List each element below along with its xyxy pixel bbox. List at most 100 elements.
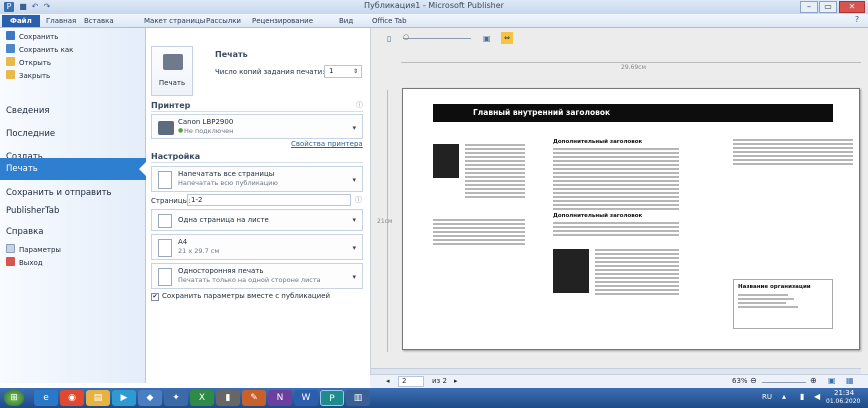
nav-save[interactable]: Сохранить <box>6 31 58 43</box>
banner-title: Главный внутренний заголовок <box>473 108 611 117</box>
chrome-icon[interactable]: ◉ <box>60 390 84 406</box>
page-banner: Главный внутренний заголовок <box>433 104 833 122</box>
media-player-icon[interactable]: ▶ <box>112 390 136 406</box>
view-page-icon[interactable]: ▣ <box>483 34 491 43</box>
pages-input[interactable]: 1-2 <box>187 194 351 206</box>
word-icon[interactable]: W <box>294 390 318 406</box>
contact-text <box>738 294 828 308</box>
app-icon[interactable]: ◆ <box>138 390 162 406</box>
info-icon[interactable]: ⓘ <box>355 195 362 205</box>
command-prompt-icon[interactable]: ▮ <box>216 390 240 406</box>
multi-page-icon[interactable]: ▦ <box>846 376 854 385</box>
help-icon[interactable]: ? <box>852 15 862 25</box>
sides-dropdown[interactable]: Односторонняя печать Печатать только на … <box>151 263 363 289</box>
printer-dropdown[interactable]: Canon LBP2900 Не подключен ● ▾ <box>151 114 363 139</box>
print-settings: Печать Печать Число копий задания печати… <box>147 28 369 383</box>
internet-explorer-icon[interactable]: e <box>34 390 58 406</box>
maximize-button[interactable]: ▭ <box>819 1 837 13</box>
nav-help[interactable]: Справка <box>0 221 146 243</box>
preview-status-bar: ◂ 2 из 2 ▸ 63% ⊖ ⊕ ▣ ▦ <box>370 374 868 388</box>
copies-value: 1 <box>329 67 334 75</box>
next-page-icon[interactable]: ▸ <box>454 377 458 385</box>
printer-icon <box>163 54 183 70</box>
pages-icon <box>158 171 172 189</box>
prev-page-icon[interactable]: ◂ <box>386 377 390 385</box>
paper-size: А4 <box>178 238 188 246</box>
printer-name: Canon LBP2900 <box>178 118 234 126</box>
zoom-slider[interactable] <box>762 382 806 383</box>
fit-page-icon[interactable]: ▣ <box>828 376 836 385</box>
nav-recent[interactable]: Последние <box>0 123 146 145</box>
nav-exit[interactable]: Выход <box>6 257 43 269</box>
paper-icon <box>158 239 172 257</box>
chevron-down-icon: ▾ <box>352 124 356 132</box>
tab-review[interactable]: Рецензирование <box>252 15 313 27</box>
save-settings-label: Сохранить параметры вместе с публикацией <box>162 292 331 300</box>
tray-arrow-icon[interactable]: ▴ <box>782 392 786 401</box>
tab-office-tab[interactable]: Office Tab <box>372 15 407 27</box>
copies-input[interactable]: 1 ⇕ <box>324 65 362 78</box>
close-button[interactable]: ✕ <box>839 1 865 13</box>
horizontal-ruler <box>401 62 861 63</box>
tab-file[interactable]: Файл <box>2 15 40 27</box>
nav-options-label: Параметры <box>19 246 61 254</box>
layout-option: Одна страница на листе <box>178 216 269 224</box>
zoom-out-icon[interactable]: ⊖ <box>750 376 757 385</box>
pages-dropdown[interactable]: Напечатать все страницы Напечатать всю п… <box>151 166 363 192</box>
printer-status: Не подключен <box>184 127 234 135</box>
checkbox[interactable]: ✔ <box>151 293 159 301</box>
start-button-icon[interactable]: ⊞ <box>4 390 24 406</box>
save-settings-option[interactable]: ✔ Сохранить параметры вместе с публикацие… <box>151 292 330 301</box>
view-multiple-icon[interactable]: ⇔ <box>501 32 513 44</box>
divider <box>151 162 363 163</box>
volume-icon[interactable]: ◀ <box>814 392 820 401</box>
view-single-icon[interactable]: ▯ <box>387 34 391 43</box>
language-indicator[interactable]: RU <box>762 393 772 401</box>
nav-close[interactable]: Закрыть <box>6 70 50 82</box>
nav-info[interactable]: Сведения <box>0 100 146 122</box>
chevron-down-icon: ▾ <box>352 216 356 224</box>
minimize-button[interactable]: – <box>800 1 818 13</box>
title-bar: P ■ ↶ ↷ Публикация1 - Microsoft Publishe… <box>0 0 868 14</box>
layout-dropdown[interactable]: Одна страница на листе ▾ <box>151 209 363 231</box>
nav-exit-label: Выход <box>19 259 43 267</box>
onenote-icon[interactable]: N <box>268 390 292 406</box>
column-1-lower-text <box>433 219 525 247</box>
tab-insert[interactable]: Вставка <box>84 15 114 27</box>
nav-open[interactable]: Открыть <box>6 57 51 69</box>
nav-print[interactable]: Печать <box>0 158 147 180</box>
info-icon[interactable]: ⓘ <box>356 100 363 110</box>
nav-options[interactable]: Параметры <box>6 244 61 256</box>
sides-sub: Печатать только на одной стороне листа <box>178 276 321 284</box>
tab-home[interactable]: Главная <box>46 15 76 27</box>
ruler-width-label: 29.69см <box>621 64 647 71</box>
explorer-icon[interactable]: ▤ <box>86 390 110 406</box>
clock-date[interactable]: 01.06.2020 <box>826 398 860 405</box>
excel-icon[interactable]: X <box>190 390 214 406</box>
windows-taskbar: ⊞ e ◉ ▤ ▶ ◆ ✦ X ▮ ✎ N W P ▥ RU ▴ ▮ ◀ 21:… <box>0 388 868 408</box>
tab-page-layout[interactable]: Макет страницы <box>144 15 205 27</box>
chevron-down-icon: ▾ <box>352 273 356 281</box>
nav-save-as[interactable]: Сохранить как <box>6 44 73 56</box>
zoom-in-icon[interactable]: ⊕ <box>810 376 817 385</box>
clock-time[interactable]: 21:34 <box>834 389 854 397</box>
tab-view[interactable]: Вид <box>339 15 353 27</box>
pages-label: Страницы: <box>151 197 191 205</box>
tab-mailings[interactable]: Рассылки <box>206 15 241 27</box>
paint-icon[interactable]: ✎ <box>242 390 266 406</box>
paper-size-dropdown[interactable]: А4 21 x 29.7 см ▾ <box>151 234 363 260</box>
contact-box: Название организации <box>733 279 833 329</box>
app-icon[interactable]: ▥ <box>346 390 370 406</box>
network-icon[interactable]: ▮ <box>800 392 804 401</box>
print-button[interactable]: Печать <box>151 46 193 96</box>
app-icon[interactable]: ✦ <box>164 390 188 406</box>
publisher-icon[interactable]: P <box>320 390 344 406</box>
transparency-slider[interactable] <box>403 38 471 39</box>
column-2-text: Дополнительный заголовок Дополнительный … <box>553 139 679 238</box>
slider-thumb-icon[interactable]: ○ <box>403 33 409 41</box>
nav-publishertab[interactable]: PublisherTab <box>0 200 146 222</box>
spinner-icon[interactable]: ⇕ <box>353 66 358 77</box>
ruler-height-label: 21см <box>377 218 393 225</box>
printer-properties-link[interactable]: Свойства принтера <box>291 140 363 148</box>
page-number-input[interactable]: 2 <box>398 376 424 387</box>
